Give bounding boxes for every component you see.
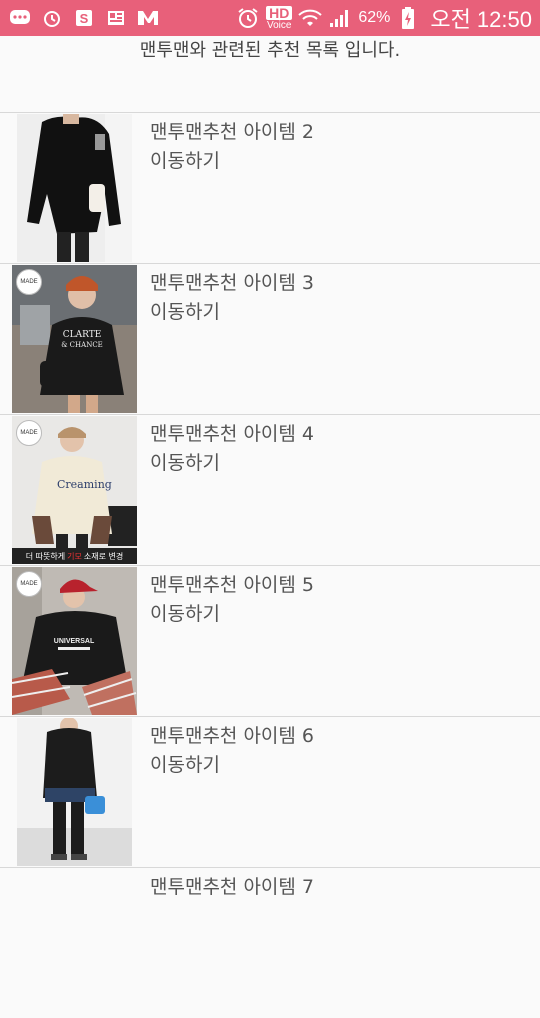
product-thumbnail[interactable]: UNIVERSAL MADE bbox=[12, 567, 137, 715]
svg-text:& CHANCE: & CHANCE bbox=[61, 341, 103, 349]
wifi-icon bbox=[298, 6, 322, 30]
status-bar: S HD Voice 62% 오전 12:50 bbox=[0, 0, 540, 36]
hd-label: HD bbox=[266, 5, 293, 20]
item-title[interactable]: 맨투맨추천 아이템 3 bbox=[150, 268, 314, 295]
signal-icon bbox=[328, 6, 352, 30]
list-item[interactable]: 맨투맨추천 아이템 2 이동하기 bbox=[0, 112, 540, 263]
item-title[interactable]: 맨투맨추천 아이템 5 bbox=[150, 570, 314, 597]
svg-text:CLARTE: CLARTE bbox=[63, 330, 102, 340]
go-link[interactable]: 이동하기 bbox=[150, 297, 220, 324]
m-app-icon bbox=[136, 6, 160, 30]
list-item[interactable]: CLARTE & CHANCE MADE 맨투맨추천 아이템 3 이동하기 bbox=[0, 263, 540, 414]
alarm-icon bbox=[40, 6, 64, 30]
brand-badge: MADE bbox=[16, 420, 42, 446]
go-link[interactable]: 이동하기 bbox=[150, 750, 220, 777]
s-app-icon: S bbox=[72, 6, 96, 30]
product-thumbnail[interactable]: CLARTE & CHANCE MADE bbox=[12, 265, 137, 413]
item-title[interactable]: 맨투맨추천 아이템 6 bbox=[150, 721, 314, 748]
banner-text-highlight: 기모 bbox=[67, 551, 82, 561]
chat-icon bbox=[8, 6, 32, 30]
alarm-clock-icon bbox=[236, 6, 260, 30]
product-thumbnail[interactable]: MADE Creaming 더 따뜻하게 기모 소재로 변경 bbox=[12, 416, 137, 564]
product-thumbnail[interactable] bbox=[17, 718, 132, 866]
banner-text-pre: 더 따뜻하게 bbox=[25, 551, 66, 561]
voice-label: Voice bbox=[266, 19, 292, 31]
clock: 오전 12:50 bbox=[430, 7, 532, 32]
go-link[interactable]: 이동하기 bbox=[150, 146, 220, 173]
list-item[interactable]: 맨투맨추천 아이템 7 bbox=[0, 867, 540, 1018]
shirt-print: Creaming bbox=[57, 478, 112, 491]
hd-voice-badge: HD Voice bbox=[266, 5, 293, 31]
battery-charging-icon bbox=[396, 6, 420, 30]
go-link[interactable]: 이동하기 bbox=[150, 448, 220, 475]
promo-banner: 더 따뜻하게 기모 소재로 변경 bbox=[12, 548, 137, 564]
svg-text:S: S bbox=[80, 11, 89, 26]
battery-percent: 62% bbox=[358, 9, 391, 26]
list-item[interactable]: MADE Creaming 더 따뜻하게 기모 소재로 변경 맨투맨추천 아이템… bbox=[0, 414, 540, 565]
item-title[interactable]: 맨투맨추천 아이템 4 bbox=[150, 419, 314, 446]
recommendation-list: 맨투맨추천 아이템 2 이동하기 CLARTE & CHANCE MADE 맨투… bbox=[0, 112, 540, 1018]
product-thumbnail[interactable] bbox=[17, 114, 132, 262]
page-title: 맨투맨와 관련된 추천 목록 입니다. bbox=[139, 40, 401, 61]
brand-badge: MADE bbox=[16, 269, 42, 295]
list-item[interactable]: 맨투맨추천 아이템 6 이동하기 bbox=[0, 716, 540, 867]
news-icon bbox=[104, 6, 128, 30]
item-title[interactable]: 맨투맨추천 아이템 7 bbox=[150, 872, 314, 899]
banner-text-post: 소재로 변경 bbox=[83, 551, 124, 561]
svg-text:UNIVERSAL: UNIVERSAL bbox=[54, 638, 95, 645]
go-link[interactable]: 이동하기 bbox=[150, 599, 220, 626]
brand-badge: MADE bbox=[16, 571, 42, 597]
item-title[interactable]: 맨투맨추천 아이템 2 bbox=[150, 117, 314, 144]
list-item[interactable]: UNIVERSAL MADE 맨투맨추천 아이템 5 이동하기 bbox=[0, 565, 540, 716]
